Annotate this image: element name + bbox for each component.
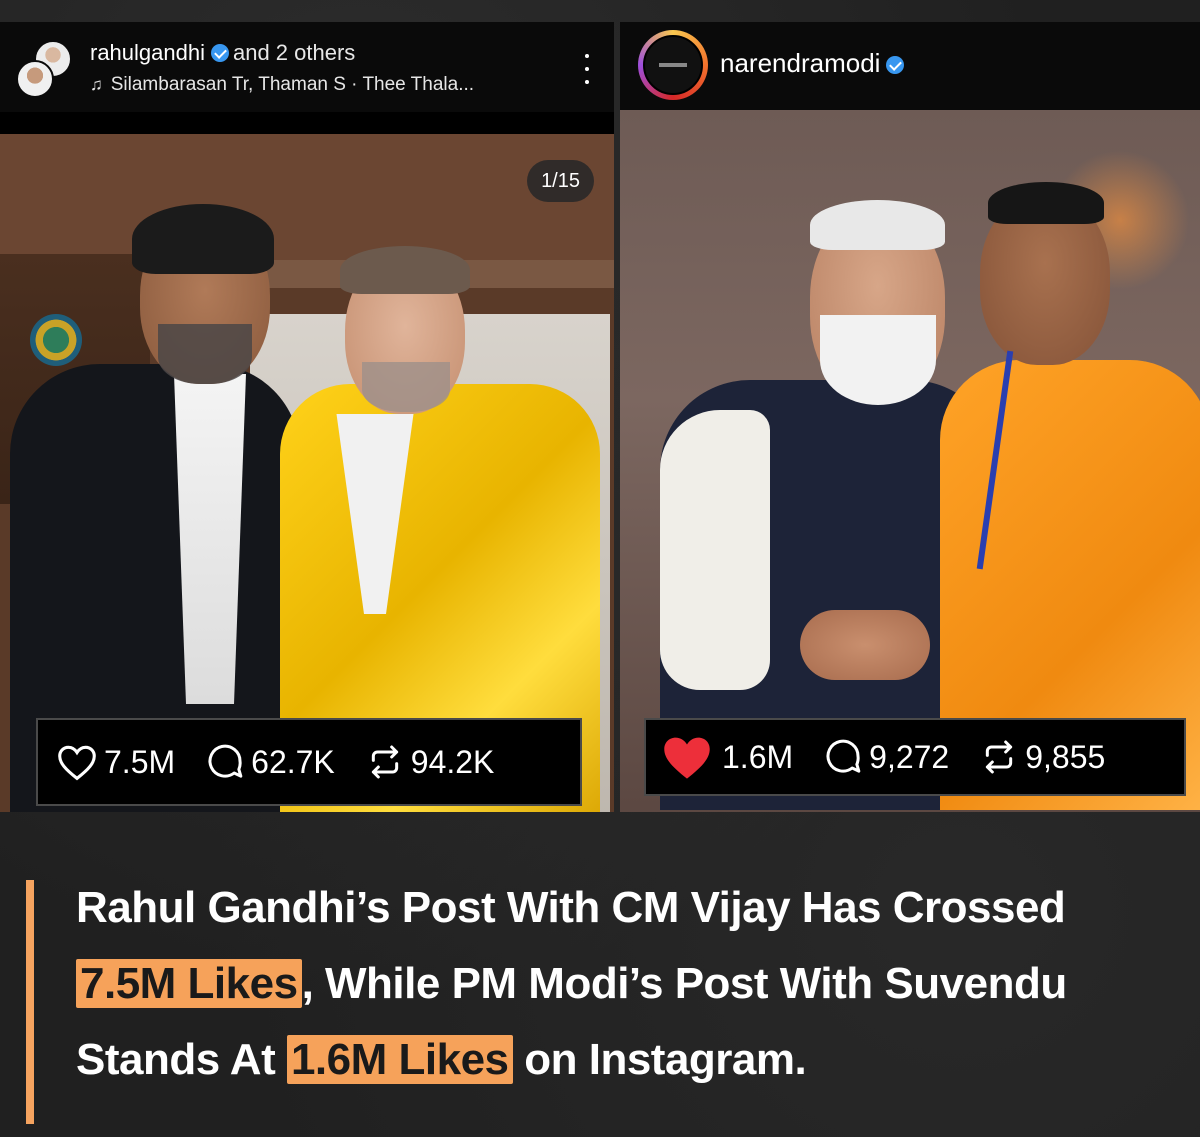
hair — [988, 182, 1104, 224]
caption-text: , While PM Modi’s Post With Suvendu — [301, 959, 1068, 1008]
hair — [340, 246, 470, 294]
music-label: Silambarasan Tr, Thaman S · Thee Thala..… — [110, 74, 475, 95]
highlight-likes-rahul: 7.5M Likes — [76, 959, 302, 1008]
reposts-stat[interactable]: 9,855 — [979, 737, 1105, 777]
beard — [362, 362, 450, 412]
caption-text: on Instagram. — [512, 1035, 807, 1084]
reposts-stat[interactable]: 94.2K — [365, 742, 495, 782]
comment-icon — [208, 744, 243, 778]
heart-icon — [664, 737, 710, 779]
music-track[interactable]: ♫ Silambarasan Tr, Thaman S · Thee Thala.… — [90, 74, 474, 96]
highlight-likes-modi: 1.6M Likes — [286, 1035, 513, 1084]
sleeve — [660, 410, 770, 690]
likes-count: 1.6M — [722, 738, 794, 775]
handshake — [800, 610, 930, 680]
post-author[interactable]: rahulgandhi and 2 others — [90, 40, 355, 66]
wall-decoration — [30, 314, 82, 366]
carousel-counter: 1/15 — [527, 160, 594, 202]
post-author[interactable]: narendramodi — [720, 48, 908, 79]
collab-others[interactable]: and 2 others — [233, 40, 355, 65]
verified-badge-icon — [886, 56, 905, 74]
heart-icon — [58, 745, 96, 781]
hair — [132, 204, 274, 274]
post-header: narendramodi — [620, 22, 1200, 110]
verified-badge-icon — [210, 44, 229, 62]
reposts-count: 94.2K — [410, 743, 495, 780]
avatar[interactable] — [638, 30, 708, 100]
caption-accent-bar — [26, 880, 34, 1124]
comment-icon — [826, 739, 861, 773]
post-image[interactable] — [0, 134, 614, 812]
music-note-icon: ♫ — [90, 75, 103, 94]
more-icon[interactable] — [584, 54, 590, 84]
post-rahulgandhi: rahulgandhi and 2 others ♫ Silambarasan Tr… — [0, 22, 614, 812]
post-image[interactable] — [620, 110, 1200, 812]
likes-stat[interactable]: 7.5M — [56, 743, 175, 781]
beard — [820, 315, 936, 405]
comments-count: 9,272 — [869, 738, 950, 775]
post-header: rahulgandhi and 2 others ♫ Silambarasan Tr… — [0, 22, 614, 112]
collab-avatars[interactable] — [14, 40, 74, 100]
comments-count: 62.7K — [251, 743, 335, 780]
repost-icon — [986, 740, 1013, 774]
caption-line-3: Stands At 1.6M Likes on Instagram. — [76, 1022, 1176, 1098]
repost-icon — [371, 745, 398, 779]
headline-caption: Rahul Gandhi’s Post With CM Vijay Has Cr… — [76, 870, 1176, 1098]
beard — [158, 324, 252, 384]
avatar — [16, 60, 54, 98]
post-narendramodi: narendramodi — [620, 22, 1200, 812]
username[interactable]: rahulgandhi — [90, 40, 205, 65]
engagement-bar: 7.5M 62.7K 94.2K — [36, 718, 582, 806]
caption-line-2: 7.5M Likes, While PM Modi’s Post With Su… — [76, 946, 1176, 1022]
likes-count: 7.5M — [104, 743, 176, 780]
caption-line-1: Rahul Gandhi’s Post With CM Vijay Has Cr… — [76, 883, 1066, 932]
engagement-bar: 1.6M 9,272 9,855 — [644, 718, 1186, 796]
username[interactable]: narendramodi — [720, 48, 880, 78]
hair — [810, 200, 945, 250]
page: rahulgandhi and 2 others ♫ Silambarasan Tr… — [0, 0, 1200, 1137]
likes-stat[interactable]: 1.6M — [658, 732, 793, 782]
comments-stat[interactable]: 9,272 — [823, 737, 949, 777]
reposts-count: 9,855 — [1025, 738, 1106, 775]
caption-text: Stands At — [76, 1035, 287, 1084]
comments-stat[interactable]: 62.7K — [205, 742, 335, 782]
